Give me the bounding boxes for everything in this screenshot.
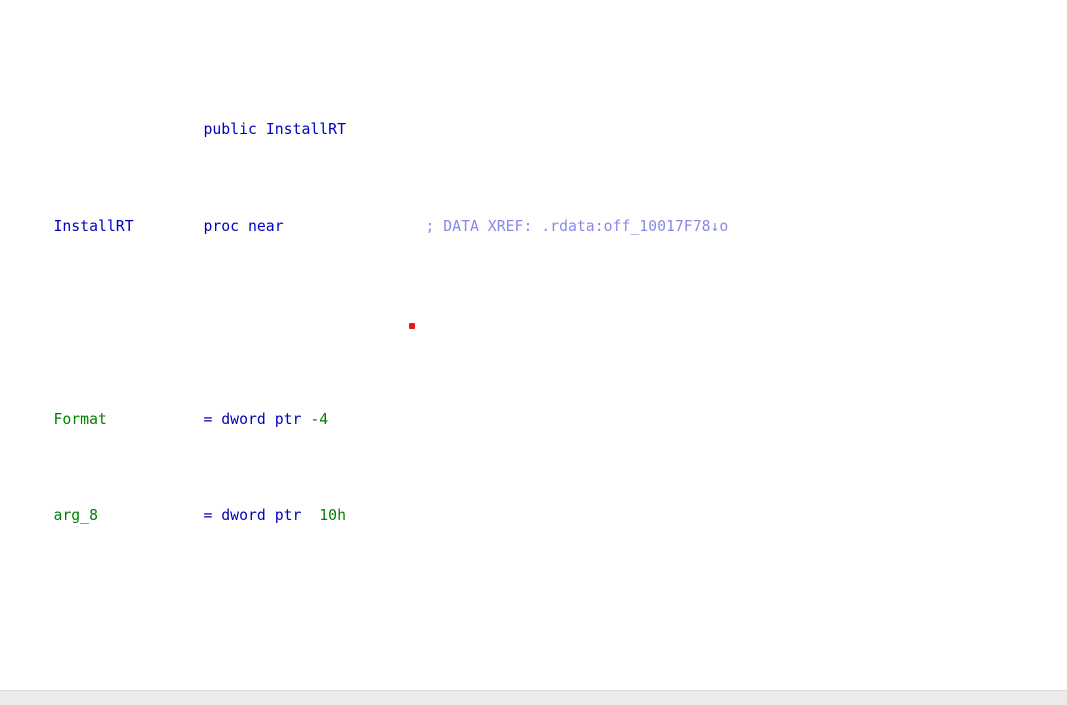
directive-space xyxy=(257,121,266,138)
listing-line-blank xyxy=(0,661,1067,680)
disassembly-listing[interactable]: public InstallRT InstallRT proc near; DAT… xyxy=(0,24,1067,705)
data-xref-comment[interactable]: ; DATA XREF: .rdata:off_10017F78↓o xyxy=(425,218,728,235)
listing-line-blank xyxy=(0,294,1067,313)
directive-operand[interactable]: InstallRT xyxy=(266,121,346,138)
stack-var-definition: = dword ptr xyxy=(203,410,311,428)
listing-line[interactable]: InstallRT proc near ; DATA XREF: .rdata:of… xyxy=(0,198,1067,235)
function-name-label[interactable]: InstallRT xyxy=(53,217,203,236)
mouse-pointer-marker xyxy=(409,323,415,329)
stack-var-name[interactable]: arg_8 xyxy=(53,506,203,525)
stack-var-definition: = dword ptr xyxy=(203,507,320,525)
listing-line[interactable]: arg_8 = dword ptr 10h xyxy=(0,487,1067,524)
stack-var-name[interactable]: Format xyxy=(53,410,203,429)
stack-var-offset: 10h xyxy=(319,507,346,525)
directive-keyword: public xyxy=(203,121,257,139)
horizontal-scrollbar[interactable] xyxy=(0,690,1067,705)
listing-line[interactable]: public InstallRT xyxy=(0,101,1067,138)
listing-line-blank xyxy=(0,584,1067,603)
proc-near-keyword: proc near xyxy=(203,217,284,235)
ida-disassembly-view[interactable]: public InstallRT InstallRT proc near; DAT… xyxy=(0,0,1067,705)
listing-line[interactable]: Format = dword ptr -4 xyxy=(0,391,1067,428)
stack-var-offset: -4 xyxy=(310,410,329,428)
